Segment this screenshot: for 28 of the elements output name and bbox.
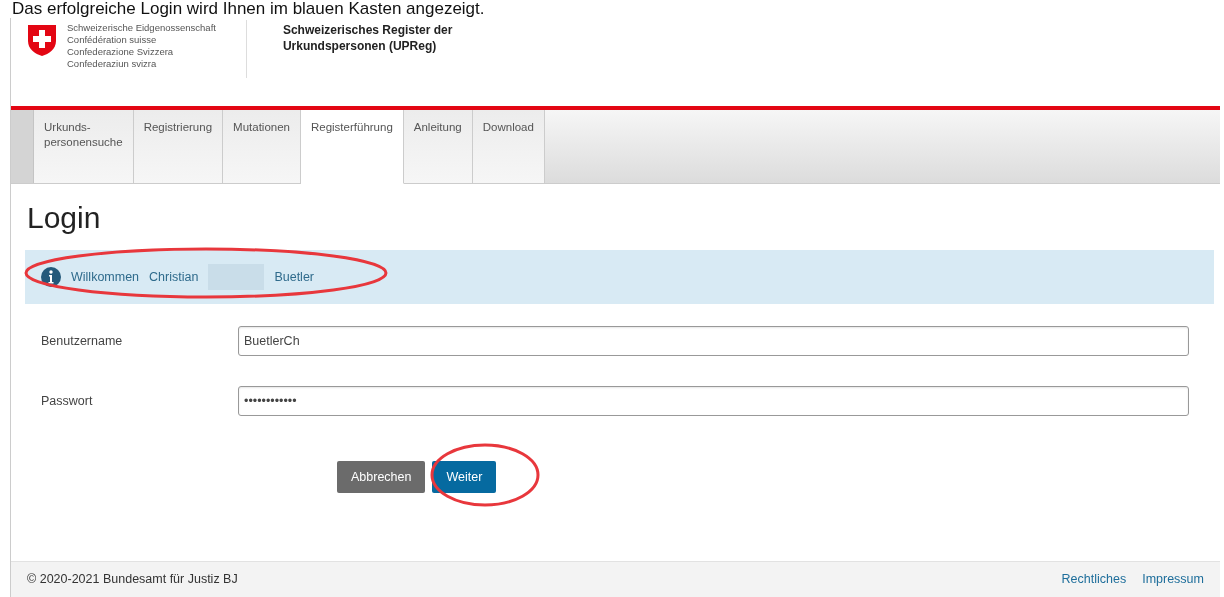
- nav-tab[interactable]: Urkunds- personensuche: [34, 110, 134, 183]
- continue-button[interactable]: Weiter: [432, 461, 497, 493]
- nav-tab[interactable]: Anleitung: [403, 110, 473, 183]
- alert-text: Buetler: [274, 268, 314, 286]
- footer-link[interactable]: Impressum: [1142, 570, 1204, 589]
- field-label: Passwort: [41, 392, 94, 410]
- footer-link[interactable]: Rechtliches: [1061, 570, 1127, 589]
- field-label: Benutzername: [41, 332, 124, 350]
- input-field[interactable]: ••••••••••••: [238, 386, 1189, 416]
- alert-text: Willkommen: [71, 268, 140, 286]
- nav-tab[interactable]: Registerführung: [300, 110, 404, 184]
- nav-tab[interactable]: Download: [472, 110, 545, 183]
- org-name-text: Confederaziun svizra: [67, 58, 158, 70]
- nav-tab[interactable]: Mutationen: [223, 110, 301, 183]
- site-title-text: Schweizerisches Register der: [282, 22, 453, 38]
- caption-text: Das erfolgreiche Login wird Ihnen im blauen Kasten angezeigt.: [11, 0, 486, 18]
- swiss-cross-icon: [27, 23, 57, 57]
- nav-tab[interactable]: Registrierung: [133, 110, 224, 183]
- org-name-text: Confédération suisse: [67, 34, 158, 46]
- cancel-button[interactable]: Abbrechen: [337, 461, 426, 493]
- org-name-text: Schweizerische Eidgenossenschaft: [67, 22, 216, 34]
- org-name-text: Confederazione Svizzera: [67, 46, 175, 58]
- info-icon: [41, 267, 61, 287]
- site-title-text: Urkundspersonen (UPReg): [282, 38, 438, 54]
- input-field[interactable]: BuetlerCh: [238, 326, 1189, 356]
- alert-text: Christian: [149, 268, 199, 286]
- page-title: Login: [27, 200, 102, 236]
- copyright-text: © 2020-2021 Bundesamt für Justiz BJ: [27, 571, 238, 589]
